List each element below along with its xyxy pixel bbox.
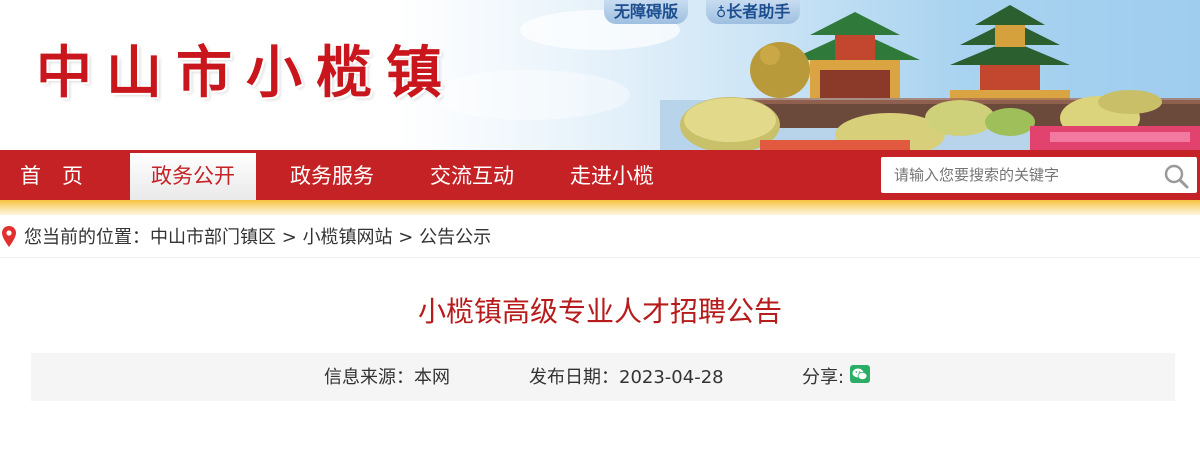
search-icon[interactable] (1163, 163, 1189, 189)
breadcrumb-separator: > (398, 227, 414, 248)
publish-date: 发布日期：2023-04-28 (529, 353, 724, 401)
decorative-band (0, 200, 1200, 215)
breadcrumb-link-dept[interactable]: 中山市部门镇区 (150, 227, 276, 248)
site-header: 中山市小榄镇 无障碍版 ♁长者助手 (0, 0, 1200, 150)
source-info: 信息来源：本网 (324, 353, 450, 401)
breadcrumb: 您当前的位置：中山市部门镇区 > 小榄镇网站 > 公告公示 (0, 225, 1200, 258)
search-box (881, 157, 1197, 193)
site-title[interactable]: 中山市小榄镇 (36, 28, 456, 109)
date-value: 2023-04-28 (619, 367, 724, 388)
breadcrumb-separator: > (281, 227, 297, 248)
article-title: 小榄镇高级专业人才招聘公告 (417, 295, 782, 328)
source-value: 本网 (414, 367, 450, 388)
nav-interaction[interactable]: 交流互动 (430, 150, 530, 200)
breadcrumb-prefix: 您当前的位置： (24, 227, 150, 248)
location-pin-icon (2, 226, 16, 247)
banner-photo-image (660, 5, 1200, 150)
nav-government-affairs[interactable]: 政务公开 (130, 150, 256, 200)
search-input[interactable] (881, 157, 1151, 193)
article-meta-bar: 信息来源：本网 发布日期：2023-04-28 分享: (31, 353, 1175, 401)
cloud-decoration (430, 70, 630, 120)
source-label: 信息来源： (324, 367, 414, 388)
breadcrumb-trail: 您当前的位置：中山市部门镇区 > 小榄镇网站 > 公告公示 (24, 225, 491, 251)
nav-government-services[interactable]: 政务服务 (290, 150, 390, 200)
wechat-icon[interactable] (850, 365, 870, 383)
breadcrumb-link-site[interactable]: 小榄镇网站 (303, 227, 393, 248)
breadcrumb-link-notices[interactable]: 公告公示 (419, 227, 491, 248)
main-nav: 首 页 政务公开 政务服务 交流互动 走进小榄 (0, 150, 1200, 200)
nav-home[interactable]: 首 页 (20, 150, 100, 200)
nav-about-xiaolan[interactable]: 走进小榄 (570, 150, 670, 200)
date-label: 发布日期： (529, 367, 619, 388)
share-label: 分享: (802, 367, 845, 388)
